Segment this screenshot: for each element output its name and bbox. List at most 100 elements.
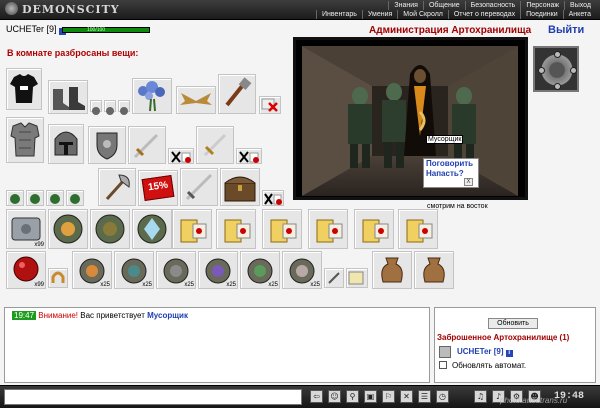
compass-navigator[interactable]: [533, 46, 579, 92]
menu-security[interactable]: Безопасность: [464, 1, 521, 10]
music-icon[interactable]: ♫: [474, 390, 487, 403]
menu-my-scroll[interactable]: Мой Скролл: [397, 10, 448, 19]
item-dagger[interactable]: [196, 126, 234, 164]
item-plate[interactable]: x99: [6, 209, 46, 249]
item-scroll-4[interactable]: [308, 209, 348, 249]
item-helmet[interactable]: [48, 124, 84, 164]
dungeon-view[interactable]: Мусорщик Поговорить Напасть? X: [302, 46, 518, 196]
menu-skills[interactable]: Умения: [361, 10, 397, 19]
item-potion-3[interactable]: x25: [156, 251, 196, 289]
menu-transfers[interactable]: Отчет о переводах: [447, 10, 520, 19]
item-small-7[interactable]: [66, 190, 84, 206]
item-potion-5[interactable]: x25: [240, 251, 280, 289]
item-red-gem[interactable]: x99: [6, 251, 46, 289]
wings-icon: [180, 93, 212, 105]
menu-profile[interactable]: Анкета: [562, 10, 596, 19]
item-flowers[interactable]: [132, 78, 172, 114]
item-small-9[interactable]: [346, 268, 368, 288]
item-armor[interactable]: [6, 117, 44, 163]
item-shirt[interactable]: [6, 68, 42, 110]
shirt-icon: [10, 74, 38, 103]
item-hammer[interactable]: [218, 74, 256, 114]
exit-link[interactable]: Выйти: [548, 24, 584, 36]
item-small-4[interactable]: [6, 190, 24, 206]
item-potion-6[interactable]: x25: [282, 251, 322, 289]
item-fire-rune[interactable]: [48, 209, 88, 249]
admin-link[interactable]: Администрация Артохранилища: [369, 25, 531, 36]
item-small-3[interactable]: [118, 100, 130, 115]
item-small-8[interactable]: [324, 268, 344, 288]
rune-icon: [95, 214, 125, 244]
item-potion-1[interactable]: x25: [72, 251, 112, 289]
item-forbidden-2[interactable]: [168, 148, 194, 164]
item-crystal[interactable]: [132, 209, 172, 249]
item-potion-4[interactable]: x25: [198, 251, 238, 289]
people-icon[interactable]: ☰: [418, 390, 431, 403]
item-small-6[interactable]: [46, 190, 64, 206]
talk-button[interactable]: Поговорить: [424, 159, 478, 169]
walk-icon[interactable]: ⚐: [382, 390, 395, 403]
menu-character[interactable]: Персонаж: [520, 1, 564, 10]
item-wings[interactable]: [176, 86, 216, 114]
item-small-2[interactable]: [104, 100, 116, 115]
menu-inventory[interactable]: Инвентарь: [316, 10, 362, 19]
no-sign-icon: [171, 151, 191, 163]
compass-south[interactable]: [554, 83, 561, 90]
item-small-1[interactable]: [90, 100, 102, 115]
info-icon[interactable]: i: [505, 350, 513, 357]
misc-icon: [92, 107, 100, 115]
item-scroll-1[interactable]: [172, 209, 212, 249]
save-icon[interactable]: ▣: [364, 390, 377, 403]
item-dust-bag-1[interactable]: [372, 251, 412, 289]
trash-icon[interactable]: ✕: [400, 390, 413, 403]
auto-refresh-option[interactable]: Обновлять автомат.: [439, 361, 526, 370]
menu-exit[interactable]: Выход: [564, 1, 596, 10]
item-potion-2[interactable]: x25: [114, 251, 154, 289]
item-forbidden-3[interactable]: [236, 148, 262, 164]
item-count: x25: [268, 282, 278, 288]
clock-icon[interactable]: ◷: [436, 390, 449, 403]
send-icon[interactable]: ⇦: [310, 390, 323, 403]
filter-icon[interactable]: ⚲: [346, 390, 359, 403]
item-chest[interactable]: [220, 168, 260, 206]
item-discount[interactable]: 15%: [138, 170, 178, 206]
item-sword-2[interactable]: [180, 168, 218, 206]
auto-refresh-checkbox[interactable]: [439, 361, 447, 369]
chest-icon: [224, 176, 256, 202]
item-dust-bag-2[interactable]: [414, 251, 454, 289]
item-sword[interactable]: [128, 126, 166, 164]
menu-communication[interactable]: Общение: [422, 1, 465, 10]
npc-action-menu: Поговорить Напасть? X: [423, 158, 479, 188]
room-player-name[interactable]: UCHETer [9] i: [457, 347, 513, 357]
item-scroll-6[interactable]: [398, 209, 438, 249]
item-scroll-3[interactable]: [262, 209, 302, 249]
compass-north[interactable]: [554, 51, 561, 58]
item-count: x25: [142, 282, 152, 288]
compass-east[interactable]: [570, 67, 577, 74]
item-shield[interactable]: [88, 126, 126, 164]
compass-west[interactable]: [538, 67, 545, 74]
item-forbidden[interactable]: [259, 96, 281, 114]
item-small-5[interactable]: [26, 190, 44, 206]
smile-icon[interactable]: ☺: [328, 390, 341, 403]
item-count: x25: [100, 282, 110, 288]
item-forbidden-4[interactable]: [262, 190, 284, 206]
item-earth-rune[interactable]: [90, 209, 130, 249]
hp-value: 100/100: [87, 27, 106, 33]
menu-duels[interactable]: Поединки: [520, 10, 563, 19]
chat-npc-name[interactable]: Мусорщик: [147, 311, 188, 320]
chat-log[interactable]: 19:47 Внимание! Вас приветствует Мусорщи…: [4, 307, 430, 383]
item-scroll-5[interactable]: [354, 209, 394, 249]
scroll-icon: [180, 219, 207, 243]
scroll-icon: [270, 219, 297, 243]
menu-knowledge[interactable]: Знания: [388, 1, 423, 10]
npc-name-tag[interactable]: Мусорщик: [426, 135, 464, 144]
close-button[interactable]: X: [464, 178, 473, 186]
logo[interactable]: DEMONSCITY: [5, 2, 125, 17]
refresh-button[interactable]: Обновить: [488, 318, 538, 329]
item-boots[interactable]: [48, 80, 88, 114]
item-scroll-2[interactable]: [216, 209, 256, 249]
item-axe[interactable]: [98, 168, 136, 206]
item-horseshoe[interactable]: [48, 268, 68, 288]
chat-input[interactable]: [4, 389, 302, 405]
